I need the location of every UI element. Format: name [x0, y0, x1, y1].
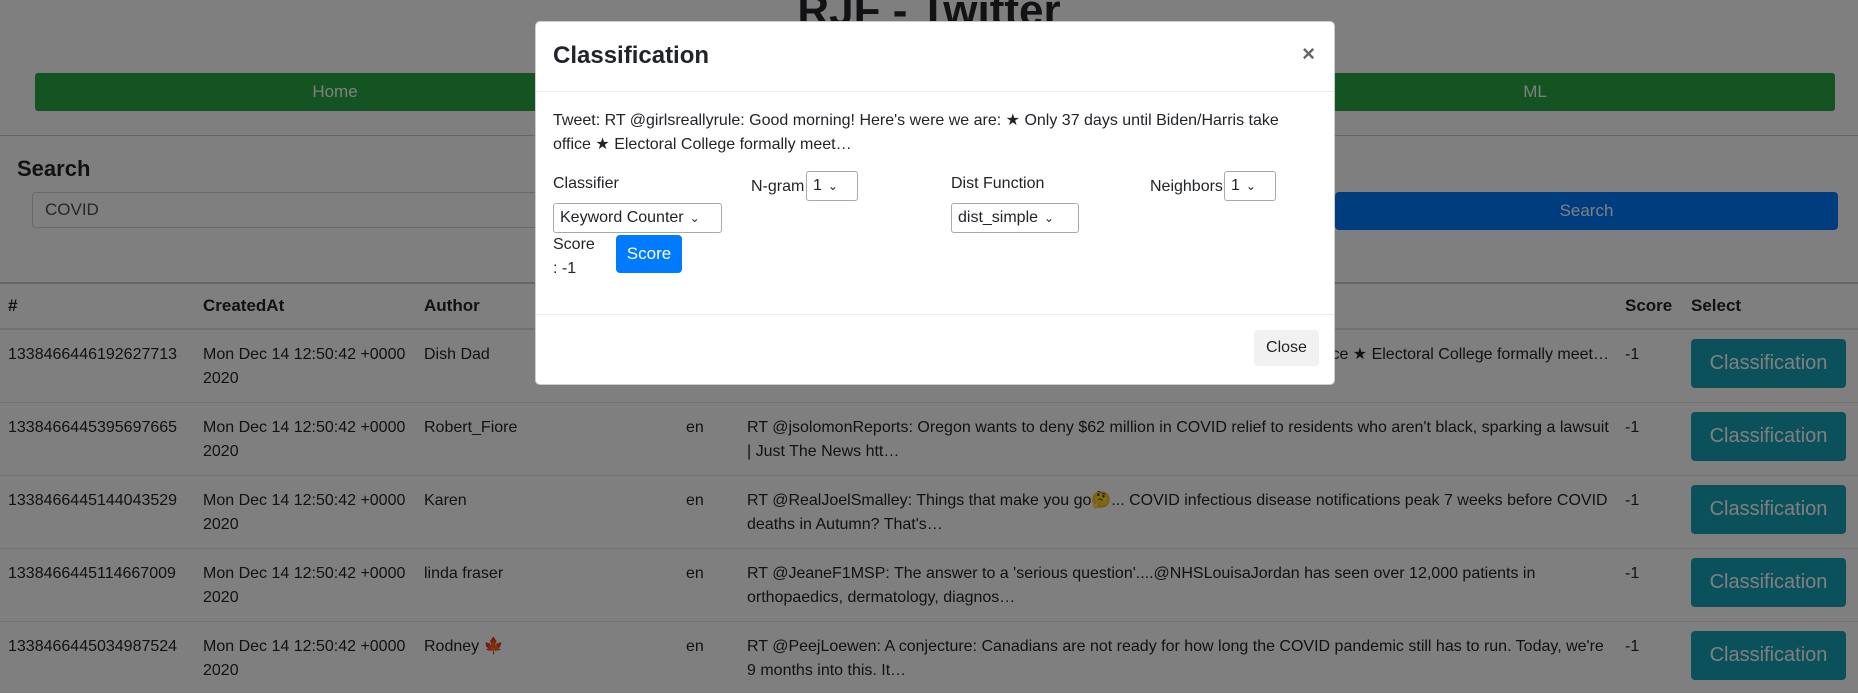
ngram-select[interactable]: 1 ⌄	[806, 171, 858, 201]
chevron-down-icon: ⌄	[1245, 179, 1256, 193]
classifier-label: Classifier	[553, 175, 619, 192]
neighbors-select[interactable]: 1 ⌄	[1224, 171, 1276, 201]
classifier-value: Keyword Counter	[560, 209, 684, 226]
classifier-select[interactable]: Keyword Counter ⌄	[553, 203, 722, 233]
ngram-label: N-gram	[751, 178, 805, 195]
close-icon[interactable]: ×	[1296, 40, 1321, 68]
dist-function-select[interactable]: dist_simple ⌄	[951, 203, 1079, 233]
tweet-text: Tweet: RT @girlsreallyrule: Good morning…	[553, 112, 1279, 153]
score-button[interactable]: Score	[616, 235, 682, 273]
score-label: Score	[553, 236, 595, 253]
score-value: : -1	[553, 260, 577, 277]
neighbors-label: Neighbors	[1150, 178, 1223, 195]
modal-footer: Close	[536, 314, 1334, 385]
neighbors-value: 1	[1231, 177, 1240, 194]
dist-function-label: Dist Function	[951, 175, 1045, 192]
chevron-down-icon: ⌄	[1044, 211, 1055, 225]
chevron-down-icon: ⌄	[689, 211, 700, 225]
modal-header: Classification ×	[536, 22, 1334, 92]
chevron-down-icon: ⌄	[827, 179, 838, 193]
close-button[interactable]: Close	[1254, 330, 1319, 366]
modal-title: Classification	[553, 42, 710, 69]
dist-function-value: dist_simple	[958, 209, 1039, 226]
classification-modal: Classification × Tweet: RT @girlsreallyr…	[535, 21, 1335, 385]
ngram-value: 1	[813, 177, 822, 194]
